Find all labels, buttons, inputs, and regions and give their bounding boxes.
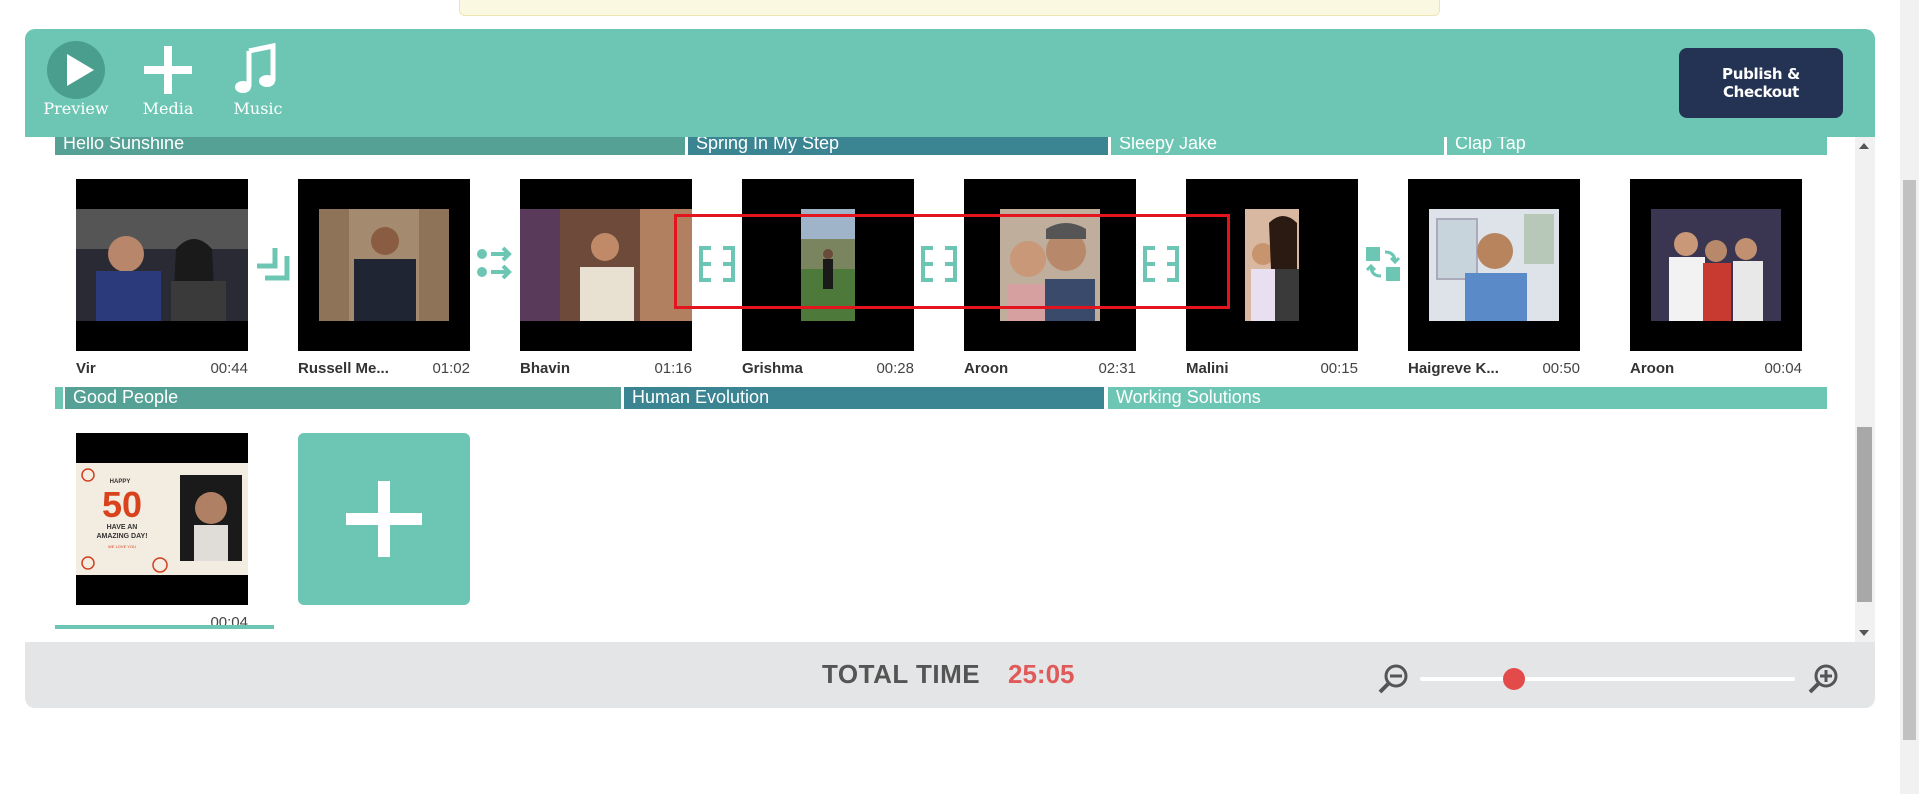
zoom-in-icon[interactable]	[1808, 663, 1840, 695]
plus-icon	[346, 481, 422, 557]
clip-duration: 00:28	[876, 360, 914, 377]
scroll-up-icon[interactable]	[1859, 143, 1869, 149]
timeline: Hello Sunshine Spring In My Step Sleepy …	[25, 137, 1855, 642]
video-clip[interactable]	[76, 179, 248, 351]
clip-thumbnail	[319, 209, 449, 321]
clip-name: Vir	[76, 360, 96, 377]
add-clip-button[interactable]	[298, 433, 470, 605]
clip-thumbnail	[76, 209, 248, 321]
video-clip[interactable]	[742, 179, 914, 351]
music-label: Music	[233, 99, 283, 118]
video-clip[interactable]	[520, 179, 692, 351]
music-segment[interactable]: Clap Tap	[1447, 137, 1827, 155]
clip-name: Malini	[1186, 360, 1229, 377]
video-clip[interactable]: HAPPY 50 HAVE AN AMAZING DAY! WE LOVE YO…	[76, 433, 248, 605]
clip-thumbnail	[1000, 209, 1100, 321]
video-clip[interactable]	[1630, 179, 1802, 351]
scrollbar-thumb[interactable]	[1857, 427, 1872, 602]
card-line3-text: WE LOVE YOU	[108, 544, 136, 549]
clip-thumbnail	[1245, 209, 1299, 321]
music-segment[interactable]	[55, 387, 63, 409]
music-segment[interactable]: Hello Sunshine	[55, 137, 685, 155]
music-note-icon	[235, 42, 276, 93]
video-clip[interactable]	[1186, 179, 1358, 351]
card-line2-text: AMAZING DAY!	[96, 533, 147, 540]
video-editor: Preview Media Music Publish & Checkout H…	[25, 29, 1875, 708]
clip-name: Haigreve K...	[1408, 360, 1499, 377]
scroll-down-icon[interactable]	[1859, 630, 1869, 636]
clip-thumbnail	[520, 209, 692, 321]
clip-name: Aroon	[1630, 360, 1675, 377]
transition-split-icon[interactable]	[919, 244, 959, 284]
music-segment[interactable]: Working Solutions	[1108, 387, 1827, 409]
notice-banner	[459, 0, 1440, 16]
play-icon	[47, 41, 105, 99]
clip-duration: 00:04	[1764, 360, 1802, 377]
video-clip[interactable]	[298, 179, 470, 351]
plus-icon	[144, 46, 192, 94]
toolbar: Preview Media Music Publish & Checkout	[25, 29, 1875, 137]
music-track-row: Good People Human Evolution Working Solu…	[55, 387, 1827, 409]
page-scrollbar[interactable]	[1900, 0, 1919, 794]
transition-split-icon[interactable]	[1141, 244, 1181, 284]
clip-duration: 01:02	[432, 360, 470, 377]
music-segment[interactable]: Human Evolution	[624, 387, 1104, 409]
card-number-text: 50	[102, 484, 142, 525]
clip-duration: 00:50	[1542, 360, 1580, 377]
clip-thumbnail	[801, 209, 855, 321]
preview-button[interactable]: Preview	[41, 41, 111, 118]
media-label: Media	[142, 99, 194, 118]
zoom-slider[interactable]	[1420, 668, 1795, 690]
media-button[interactable]: Media	[133, 41, 203, 118]
transition-corner-icon[interactable]	[253, 244, 293, 284]
page-scrollbar-thumb[interactable]	[1903, 180, 1916, 740]
total-time-label: TOTAL TIME	[822, 659, 981, 689]
music-segment[interactable]: Spring In My Step	[688, 137, 1108, 155]
clip-duration: 00:44	[210, 360, 248, 377]
publish-checkout-button[interactable]: Publish & Checkout	[1679, 48, 1843, 118]
clip-duration: 01:16	[654, 360, 692, 377]
timeline-scrollbar[interactable]	[1855, 137, 1875, 642]
music-segment[interactable]: Sleepy Jake	[1111, 137, 1444, 155]
clip-thumbnail	[1651, 209, 1781, 321]
footer: TOTAL TIME 25:05	[25, 642, 1875, 708]
music-segment[interactable]: Good People	[65, 387, 621, 409]
music-button[interactable]: Music	[223, 41, 293, 118]
clip-name: Aroon	[964, 360, 1009, 377]
transition-split-icon[interactable]	[697, 244, 737, 284]
transition-swap-icon[interactable]	[1363, 244, 1403, 284]
music-track-row: Hello Sunshine Spring In My Step Sleepy …	[55, 137, 1827, 155]
selection-bar	[55, 625, 274, 629]
transition-dots-icon[interactable]	[475, 244, 515, 284]
zoom-out-icon[interactable]	[1378, 663, 1410, 695]
clip-name: Russell Me...	[298, 360, 389, 377]
clip-thumbnail: HAPPY 50 HAVE AN AMAZING DAY! WE LOVE YO…	[76, 463, 248, 575]
clip-duration: 00:15	[1320, 360, 1358, 377]
preview-label: Preview	[43, 99, 109, 118]
clip-thumbnail	[1429, 209, 1559, 321]
clip-duration: 02:31	[1098, 360, 1136, 377]
video-clip[interactable]	[964, 179, 1136, 351]
video-clip[interactable]	[1408, 179, 1580, 351]
clip-name: Grishma	[742, 360, 803, 377]
card-line1-text: HAVE AN	[107, 524, 138, 531]
clip-name: Bhavin	[520, 360, 571, 377]
zoom-slider-thumb[interactable]	[1502, 668, 1525, 690]
total-time-value: 25:05	[1008, 659, 1075, 689]
